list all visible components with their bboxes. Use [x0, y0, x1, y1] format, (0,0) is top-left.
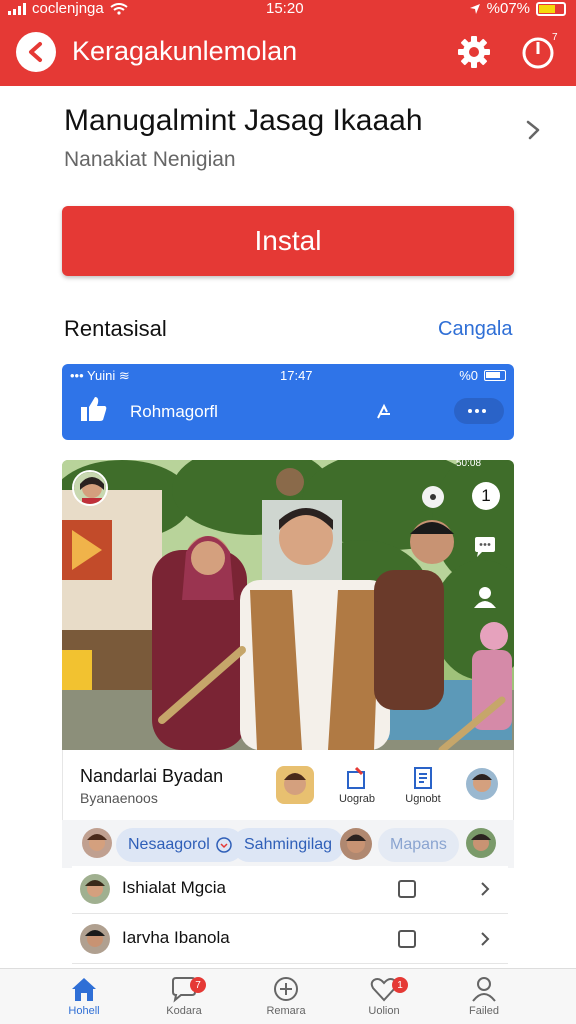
chip-2[interactable]: Sahmingilag	[232, 828, 345, 862]
section-title: Rentasisal	[64, 316, 167, 341]
comment-icon[interactable]	[472, 534, 498, 560]
chip-3-label: Mapans	[390, 836, 447, 853]
nav-item-messages-label: Kodara	[166, 1005, 202, 1017]
status-time: 15:20	[266, 0, 304, 17]
chip-avatar-3-art	[466, 828, 496, 858]
post-author-avatar[interactable]	[72, 470, 108, 506]
list-item[interactable]: Iarvha Ibanola	[72, 916, 508, 964]
preview-status-bar: ••• Yuini ≋ 17:47 %0	[70, 368, 506, 386]
chip-1[interactable]: Nesaagorol	[116, 828, 244, 862]
post-thumb-avatar[interactable]	[276, 766, 314, 804]
list-avatar-1-art	[80, 874, 110, 904]
post-action-share[interactable]: Uograb	[332, 766, 382, 805]
more-dots-icon	[468, 409, 486, 413]
photo-counter[interactable]: 1	[472, 482, 500, 510]
app-bar-title: Keragakunlemolan	[72, 36, 298, 66]
preview-status-right: %0	[459, 368, 506, 383]
nav-item-activity[interactable]: Uolion 1	[344, 975, 424, 1017]
section-link[interactable]: Cangala	[438, 318, 513, 341]
preview-carrier-text: Yuini	[87, 368, 116, 383]
signal-icon	[8, 2, 26, 15]
post-action-report-label: Ugnobt	[405, 793, 441, 805]
nav-badge-activity: 1	[392, 977, 408, 993]
preview-battery-icon	[484, 370, 506, 381]
person-icon	[472, 977, 496, 1002]
nav-item-create-label: Remara	[266, 1005, 306, 1017]
thumb-face-art	[276, 766, 314, 804]
chevron-right-icon[interactable]	[522, 118, 546, 142]
preview-battery-percent: %0	[459, 368, 478, 383]
app-bar: Keragakunlemolan 7	[0, 18, 576, 86]
chip-avatar-2-art	[340, 828, 372, 860]
profile-icon[interactable]	[472, 584, 498, 610]
list-item-avatar	[80, 924, 110, 954]
preview-name: Rohmagorfl	[130, 402, 218, 421]
power-badge: 7	[552, 32, 558, 43]
chevron-right-icon	[481, 882, 490, 896]
chip-2-label: Sahmingilag	[244, 836, 333, 853]
add-circle-icon	[274, 977, 298, 1001]
back-arrow-icon	[29, 42, 42, 62]
post-author-sub: Byanaenoos	[80, 790, 158, 806]
battery-percent: %07%	[486, 0, 530, 17]
status-left: coclenjnga	[8, 0, 128, 17]
photo-tag: 50:08	[456, 458, 482, 469]
list-item[interactable]: Ishialat Mgcia	[72, 866, 508, 914]
post-action-report[interactable]: Ugnobt	[398, 766, 448, 805]
nav-item-home-label: Hohell	[68, 1005, 100, 1017]
list-avatar-2-art	[80, 924, 110, 954]
app-subtitle: Nanakiat Nenigian	[64, 148, 236, 171]
nav-item-create[interactable]: Remara	[246, 975, 326, 1017]
app-name: Manugalmint Jasag Ikaaah	[64, 104, 423, 137]
post-action-share-label: Uograb	[338, 793, 376, 805]
status-bar: coclenjnga 15:20 %07%	[0, 0, 576, 18]
nav-item-messages[interactable]: Kodara 7	[144, 975, 224, 1017]
chip-avatar-1-art	[82, 828, 112, 858]
photo-scene	[62, 460, 514, 750]
nav-item-profile-label: Failed	[469, 1005, 499, 1017]
gear-icon[interactable]	[456, 34, 492, 70]
document-icon	[414, 767, 432, 789]
more-button[interactable]	[454, 398, 500, 424]
post-author-name[interactable]: Nandarlai Byadan	[80, 766, 223, 787]
back-button[interactable]	[16, 32, 56, 72]
preview-card[interactable]: ••• Yuini ≋ 17:47 %0 Rohmagorfl L2	[62, 364, 514, 440]
status-right: %07%	[469, 0, 566, 17]
music-disc-icon[interactable]	[420, 484, 446, 510]
chip-avatar-1[interactable]	[82, 828, 112, 858]
chip-1-label: Nesaagorol	[128, 836, 210, 853]
post-viewer-avatar[interactable]	[466, 768, 498, 800]
power-icon[interactable]	[520, 34, 556, 70]
list-item-checkbox[interactable]	[398, 930, 416, 948]
viewer-face-art	[466, 768, 498, 800]
location-icon	[469, 3, 480, 14]
battery-icon	[536, 1, 566, 16]
chip-avatar-2[interactable]	[340, 828, 372, 860]
share-icon	[347, 766, 365, 789]
preview-time: 17:47	[280, 368, 313, 383]
list-item-checkbox[interactable]	[398, 880, 416, 898]
thumbs-up-icon	[81, 397, 107, 421]
list-item-avatar	[80, 874, 110, 904]
nav-item-activity-label: Uolion	[368, 1005, 400, 1017]
chip-avatar-3[interactable]	[466, 828, 496, 858]
nav-item-profile[interactable]: Failed	[444, 975, 524, 1017]
list-item-label: Iarvha Ibanola	[122, 928, 230, 947]
bottom-nav: Hohell Kodara 7 Remara Uolion 1 Failed	[0, 968, 576, 1024]
install-button[interactable]: Instal	[62, 206, 514, 276]
preview-carrier: ••• Yuini ≋	[70, 368, 130, 383]
edit-icon[interactable]	[374, 402, 394, 422]
list-item-label: Ishialat Mgcia	[122, 878, 226, 897]
nav-item-home[interactable]: Hohell	[44, 975, 124, 1017]
wifi-icon	[110, 2, 128, 15]
chip-3[interactable]: Mapans	[378, 828, 459, 862]
nav-badge-messages: 7	[190, 977, 206, 993]
chevron-right-icon	[481, 932, 490, 946]
carrier-label: coclenjnga	[32, 0, 104, 17]
post-photo[interactable]	[62, 460, 514, 750]
chevron-down-icon	[216, 837, 232, 853]
home-icon	[72, 978, 96, 1001]
